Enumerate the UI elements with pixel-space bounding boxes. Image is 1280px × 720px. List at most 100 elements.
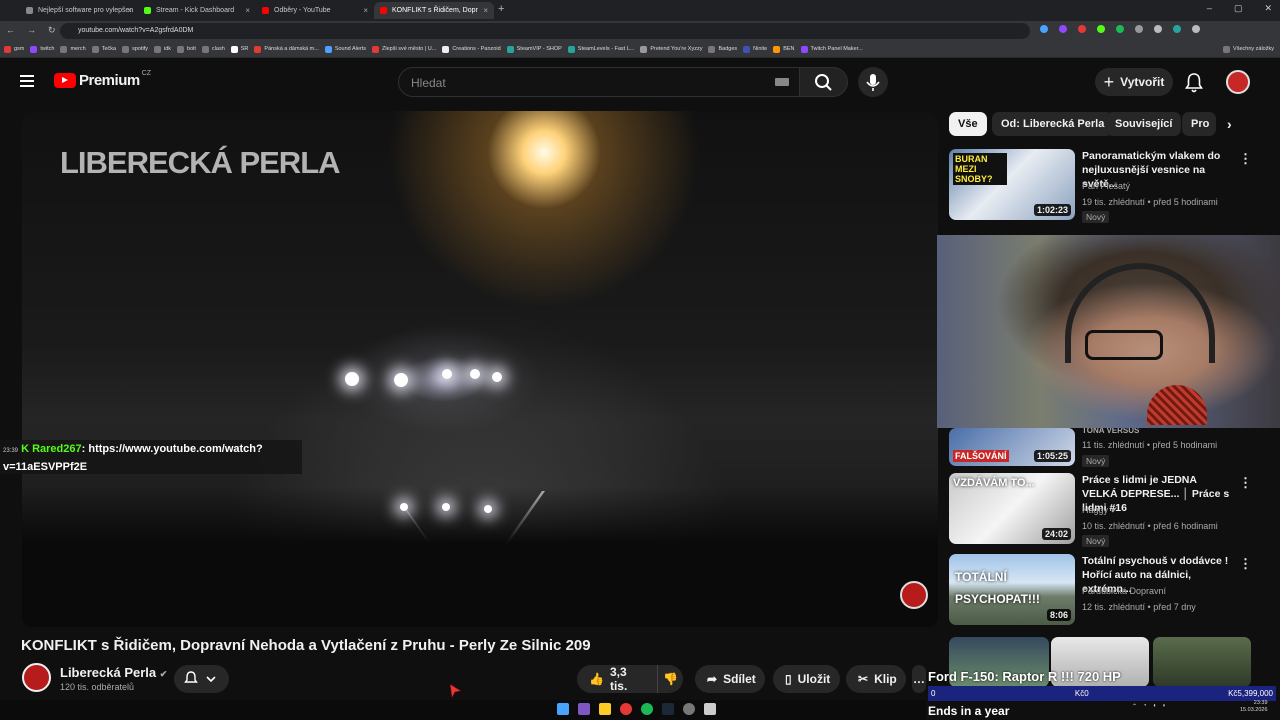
bookmark-item[interactable]: idk (154, 45, 171, 53)
extension-icon[interactable] (1078, 25, 1086, 33)
chevron-right-icon[interactable]: › (1227, 116, 1232, 132)
chip-from-channel[interactable]: Od: Liberecká Perla (992, 112, 1114, 136)
account-avatar[interactable] (1226, 70, 1250, 94)
recommended-video[interactable]: TOTÁLNÍ PSYCHOPAT!!! 8:06 Totální psycho… (949, 554, 1269, 626)
bookmark-item[interactable]: clash (201, 45, 225, 53)
close-icon[interactable]: × (245, 6, 250, 15)
url-field[interactable]: youtube.com/watch?v=A2gsfrdA0DM (60, 23, 1030, 39)
close-icon[interactable]: × (363, 6, 368, 15)
minimize-icon[interactable]: – (1207, 3, 1212, 14)
bookmark-item[interactable]: Tečka (91, 45, 116, 53)
keyboard-icon[interactable] (775, 78, 789, 86)
bookmark-item[interactable]: Pretend You're Xyzzy (640, 45, 702, 53)
extension-icon[interactable] (1040, 25, 1048, 33)
bookmark-item[interactable]: Creations - Panzoid (442, 45, 501, 53)
channel-avatar[interactable] (22, 663, 51, 692)
browser-tab[interactable]: Nejlepší software pro vylepšen × (20, 2, 138, 19)
new-tab-icon[interactable]: + (498, 3, 504, 15)
close-window-icon[interactable]: ✕ (1264, 3, 1272, 14)
bookmark-item[interactable]: SteamLevels - Fast L... (567, 45, 634, 53)
start-icon[interactable] (557, 703, 569, 715)
channel-watermark-logo[interactable] (900, 581, 928, 609)
recommended-video[interactable]: FALŠOVÁNÍ 1:05:25 TONA VERSUS 11 tis. zh… (949, 424, 1269, 467)
extension-icon[interactable] (1097, 25, 1105, 33)
all-bookmarks[interactable]: Všechny záložky (1223, 45, 1274, 53)
more-vert-icon[interactable]: ⋮ (1239, 475, 1252, 491)
video-thumbnail[interactable]: VZDÁVÁM TO... 24:02 (949, 473, 1075, 544)
dislike-button[interactable]: 👎 (657, 665, 683, 693)
chrome-icon[interactable] (620, 703, 632, 715)
clip-button[interactable]: ✂ Klip (846, 665, 906, 693)
folder-icon[interactable] (599, 703, 611, 715)
recommended-video[interactable]: BURAN MEZI SNOBY? 1:02:23 Panoramatickým… (949, 149, 1269, 223)
video-thumbnail[interactable]: TOTÁLNÍ PSYCHOPAT!!! 8:06 (949, 554, 1075, 625)
more-actions-button[interactable]: … (912, 665, 926, 693)
chip-all[interactable]: Vše (949, 112, 987, 136)
bookmark-item[interactable]: SteamVIP - SHOP (506, 45, 562, 53)
browser-tab[interactable]: Stream - Kick Dashboard × (138, 2, 256, 19)
create-button[interactable]: + Vytvořit (1095, 68, 1173, 96)
close-icon[interactable]: × (127, 6, 132, 15)
notifications-bell-icon[interactable] (1184, 71, 1204, 93)
network-icon[interactable]: ◔ (1143, 703, 1147, 710)
video-thumbnail[interactable]: BURAN MEZI SNOBY? 1:02:23 (949, 149, 1075, 220)
more-vert-icon[interactable]: ⋮ (1239, 151, 1252, 167)
menu-icon[interactable] (1192, 25, 1200, 33)
spotify-icon[interactable] (641, 703, 653, 715)
hamburger-menu-icon[interactable] (20, 75, 34, 90)
bookmark-item[interactable]: Zlepši své město | U... (372, 45, 436, 53)
recommended-video[interactable]: VZDÁVÁM TO... 24:02 Práce s lidmi je JED… (949, 473, 1269, 547)
app-icon[interactable] (578, 703, 590, 715)
video-card-channel[interactable]: Haggy ✔ (1082, 505, 1118, 516)
search-button[interactable] (800, 67, 848, 97)
app-icon[interactable] (704, 703, 716, 715)
bookmark-item[interactable]: Sound Alerts (324, 45, 366, 53)
share-button[interactable]: ➦ Sdílet (695, 665, 765, 693)
bookmark-item[interactable]: bolt (177, 45, 196, 53)
tray-chevron-icon[interactable]: ⌃ (1132, 703, 1137, 710)
bookmark-item[interactable]: BEN (773, 45, 795, 53)
volume-icon[interactable]: ◖ (1153, 703, 1157, 710)
video-thumbnail[interactable]: FALŠOVÁNÍ 1:05:25 (949, 428, 1075, 466)
bookmark-item[interactable]: Badges (708, 45, 737, 53)
chip-for-you[interactable]: Pro (1182, 112, 1216, 136)
chip-related[interactable]: Související (1106, 112, 1182, 136)
extension-icon[interactable] (1059, 25, 1067, 33)
bookmark-item[interactable]: gsm (4, 45, 24, 53)
video-card-channel[interactable]: Pan Plešatý (1082, 181, 1130, 191)
wifi-icon[interactable]: ◗ (1162, 703, 1166, 710)
youtube-logo[interactable]: Premium CZ (54, 70, 151, 89)
profile-icon[interactable] (1173, 25, 1181, 33)
forward-icon[interactable]: → (27, 25, 36, 36)
more-vert-icon[interactable]: ⋮ (1239, 556, 1252, 572)
bookmark-item[interactable]: Twitch Panel Maker... (800, 45, 863, 53)
maximize-icon[interactable]: ▢ (1234, 3, 1243, 14)
bookmark-item[interactable]: spotify (122, 45, 148, 53)
browser-tab[interactable]: Odběry - YouTube × (256, 2, 374, 19)
video-card-meta: 12 tis. zhlédnutí • před 7 dny (1082, 602, 1196, 612)
taskbar-clock[interactable]: 23:39 15.03.2026 (1240, 700, 1268, 714)
subscription-bell-button[interactable] (174, 665, 229, 693)
reload-icon[interactable]: ↻ (48, 25, 56, 36)
bookmark-item[interactable]: twitch (30, 45, 54, 53)
search-input[interactable] (399, 68, 773, 98)
extension-icon[interactable] (1116, 25, 1124, 33)
downloads-icon[interactable] (1154, 25, 1162, 33)
video-player[interactable]: LIBERECKÁ PERLA (22, 111, 938, 627)
steam-icon[interactable] (662, 703, 674, 715)
bookmark-item[interactable]: Pánská a dámská m... (254, 45, 319, 53)
obs-icon[interactable] (683, 703, 695, 715)
voice-search-button[interactable] (858, 67, 888, 97)
channel-name[interactable]: Liberecká Perla ✔ (60, 665, 167, 680)
bookmark-item[interactable]: merch (60, 45, 86, 53)
close-icon[interactable]: × (483, 6, 488, 15)
bookmark-item[interactable]: SR (230, 45, 248, 53)
bookmark-item[interactable]: Ninite (743, 45, 767, 53)
extensions-icon[interactable] (1135, 25, 1143, 33)
back-icon[interactable]: ← (6, 25, 15, 36)
like-button[interactable]: 👍 3,3 tis. (577, 665, 657, 693)
browser-tab-active[interactable]: KONFLIKT s Řidičem, Dopr × (374, 2, 494, 19)
short-thumbnail[interactable] (1153, 637, 1251, 687)
save-button[interactable]: ▯ Uložit (773, 665, 840, 693)
video-card-channel[interactable]: Pardubická Dopravní (1082, 586, 1166, 596)
